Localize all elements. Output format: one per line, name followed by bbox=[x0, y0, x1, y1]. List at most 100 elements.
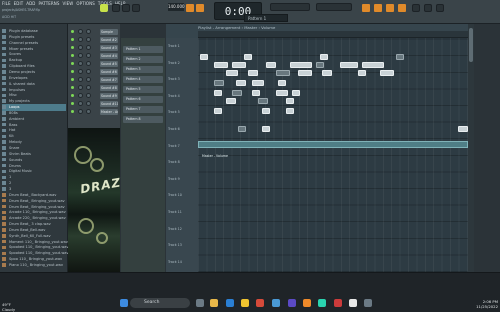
channel-volume-knob[interactable] bbox=[86, 53, 91, 58]
channel-pan-knob[interactable] bbox=[78, 93, 83, 98]
channel-pan-knob[interactable] bbox=[78, 29, 83, 34]
channel-mute-led[interactable] bbox=[71, 94, 74, 97]
pattern-clip[interactable] bbox=[232, 62, 246, 68]
pattern-clip[interactable] bbox=[276, 70, 290, 76]
channel-pan-knob[interactable] bbox=[78, 101, 83, 106]
fl-studio-icon[interactable] bbox=[303, 299, 311, 307]
chrome-icon[interactable] bbox=[241, 299, 249, 307]
pattern-clip[interactable] bbox=[286, 98, 294, 104]
channel-row[interactable]: Sound #7 bbox=[68, 76, 120, 84]
channel-pan-knob[interactable] bbox=[78, 37, 83, 42]
pattern-clip[interactable] bbox=[292, 90, 300, 96]
channel-mute-led[interactable] bbox=[71, 30, 74, 33]
app-icon-gray[interactable] bbox=[364, 299, 372, 307]
channel-volume-knob[interactable] bbox=[86, 45, 91, 50]
pattern-clip[interactable] bbox=[320, 54, 328, 60]
channel-volume-knob[interactable] bbox=[86, 61, 91, 66]
channel-pan-knob[interactable] bbox=[78, 53, 83, 58]
channel-name-button[interactable]: Sample bbox=[100, 29, 118, 35]
pattern-clip[interactable] bbox=[214, 80, 224, 86]
track-header[interactable]: Track 9 bbox=[168, 177, 180, 181]
channel-name-button[interactable]: Sound #7 bbox=[100, 77, 118, 83]
app-icon-teal[interactable] bbox=[318, 299, 326, 307]
track-header[interactable]: Track 4 bbox=[168, 94, 180, 98]
metronome-button[interactable] bbox=[186, 4, 194, 12]
pattern-item[interactable]: Pattern 8 bbox=[123, 116, 163, 123]
pattern-item[interactable]: Pattern 5 bbox=[123, 86, 163, 93]
channel-volume-knob[interactable] bbox=[86, 85, 91, 90]
track-header[interactable]: Track 6 bbox=[168, 127, 180, 131]
channel-row[interactable]: Master - Ames bbox=[68, 108, 120, 116]
pattern-item[interactable]: Pattern 2 bbox=[123, 56, 163, 63]
system-clock[interactable]: 2:06 PM 11/25/2022 bbox=[470, 299, 498, 309]
channel-volume-knob[interactable] bbox=[86, 29, 91, 34]
channel-name-button[interactable]: Sound #5 bbox=[100, 61, 118, 67]
pattern-clip[interactable] bbox=[236, 80, 246, 86]
app-icon-white[interactable] bbox=[349, 299, 357, 307]
pattern-clip[interactable] bbox=[252, 90, 260, 96]
countdown-button[interactable] bbox=[196, 4, 204, 12]
touch-keyboard-button[interactable] bbox=[436, 4, 444, 12]
pattern-clip[interactable] bbox=[396, 54, 404, 60]
channel-row[interactable]: Sound #5 bbox=[68, 60, 120, 68]
channel-row[interactable]: Sound #2 bbox=[68, 36, 120, 44]
channel-mute-led[interactable] bbox=[71, 38, 74, 41]
pattern-clip[interactable] bbox=[226, 98, 236, 104]
pattern-clip[interactable] bbox=[214, 62, 228, 68]
pattern-clip[interactable] bbox=[266, 62, 276, 68]
weather-widget[interactable]: 49°F Cloudy bbox=[2, 302, 15, 312]
channel-volume-knob[interactable] bbox=[86, 77, 91, 82]
pattern-clip[interactable] bbox=[214, 108, 222, 114]
automation-clip[interactable]: Master - Volume bbox=[198, 141, 468, 158]
menu-add[interactable]: ADD bbox=[26, 1, 35, 6]
play-button[interactable] bbox=[112, 4, 120, 12]
discord-icon[interactable] bbox=[288, 299, 296, 307]
track-header[interactable]: Track 14 bbox=[168, 260, 182, 264]
pattern-clip[interactable] bbox=[232, 90, 242, 96]
track-header[interactable]: Track 1 bbox=[168, 44, 180, 48]
browser-file[interactable]: Piano 110_ Bringing_yout.wav bbox=[2, 262, 63, 269]
pattern-clip[interactable] bbox=[316, 62, 324, 68]
channel-name-button[interactable]: Sound #9 bbox=[100, 93, 118, 99]
menu-options[interactable]: OPTIONS bbox=[76, 1, 95, 6]
track-header[interactable]: Track 5 bbox=[168, 110, 180, 114]
file-explorer-icon[interactable] bbox=[210, 299, 218, 307]
pattern-clip[interactable] bbox=[322, 70, 332, 76]
pattern-clip[interactable] bbox=[278, 80, 286, 86]
pattern-clip[interactable] bbox=[286, 108, 294, 114]
channel-pan-knob[interactable] bbox=[78, 109, 83, 114]
channel-row[interactable]: Sample bbox=[68, 28, 120, 36]
pattern-clip[interactable] bbox=[358, 70, 366, 76]
pattern-clip[interactable] bbox=[200, 54, 208, 60]
pattern-clip[interactable] bbox=[362, 62, 384, 68]
app-icon-blue[interactable] bbox=[272, 299, 280, 307]
pattern-clip[interactable] bbox=[252, 80, 264, 86]
playlist-grid[interactable] bbox=[198, 38, 468, 272]
track-header[interactable]: Track 7 bbox=[168, 144, 180, 148]
pattern-clip[interactable] bbox=[380, 70, 394, 76]
pattern-item[interactable]: Pattern 1 bbox=[123, 46, 163, 53]
plugin-picker-button[interactable] bbox=[424, 4, 432, 12]
channel-volume-knob[interactable] bbox=[86, 69, 91, 74]
pattern-clip[interactable] bbox=[262, 126, 270, 132]
menu-view[interactable]: VIEW bbox=[63, 1, 74, 6]
channel-pan-knob[interactable] bbox=[78, 85, 83, 90]
timeline-ruler[interactable] bbox=[198, 31, 468, 38]
track-header[interactable]: Track 11 bbox=[168, 210, 182, 214]
pattern-clip[interactable] bbox=[248, 70, 258, 76]
track-header[interactable]: Track 12 bbox=[168, 227, 182, 231]
channel-name-button[interactable]: Sound #8 bbox=[100, 85, 118, 91]
track-header[interactable]: Track 10 bbox=[168, 193, 182, 197]
app-icon-red[interactable] bbox=[256, 299, 264, 307]
channel-mute-led[interactable] bbox=[71, 70, 74, 73]
pattern-clip[interactable] bbox=[214, 90, 222, 96]
pattern-item[interactable]: Pattern 4 bbox=[123, 76, 163, 83]
pattern-clip[interactable] bbox=[298, 70, 312, 76]
channel-name-button[interactable]: Sound #3 bbox=[100, 45, 118, 51]
tempo-display[interactable]: 140.000 bbox=[168, 3, 185, 11]
pattern-clip[interactable] bbox=[340, 62, 358, 68]
menu-patterns[interactable]: PATTERNS bbox=[38, 1, 59, 6]
piano-roll-button[interactable] bbox=[374, 4, 382, 12]
stop-button[interactable] bbox=[122, 4, 130, 12]
channel-name-button[interactable]: Sound #2 bbox=[100, 37, 118, 43]
